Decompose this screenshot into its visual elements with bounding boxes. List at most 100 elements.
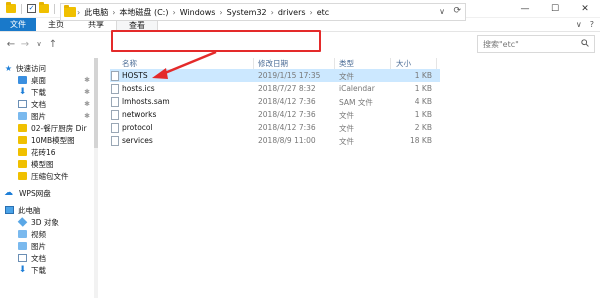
forward-button[interactable]: → bbox=[18, 39, 32, 50]
file-icon bbox=[111, 97, 119, 107]
address-bar[interactable]: › 此电脑 › 本地磁盘 (C:) › Windows › System32 ›… bbox=[60, 3, 466, 21]
nav-label: 图片 bbox=[31, 241, 46, 251]
close-button[interactable]: ✕ bbox=[570, 0, 600, 18]
file-size: 2 KB bbox=[414, 123, 432, 132]
file-type: 文件 bbox=[339, 137, 354, 146]
file-icon bbox=[111, 71, 119, 81]
download-icon: ⬇ bbox=[18, 265, 27, 275]
nav-label: 模型图 bbox=[31, 159, 54, 169]
breadcrumb-windows[interactable]: Windows bbox=[177, 8, 219, 17]
column-headers: 名称 修改日期 类型 大小 bbox=[110, 56, 600, 70]
nav-item-documents[interactable]: 文档 ✱ bbox=[0, 98, 96, 110]
new-folder-icon[interactable] bbox=[39, 2, 49, 13]
toolbar-divider bbox=[54, 3, 55, 14]
file-name: protocol bbox=[122, 123, 153, 132]
tab-file[interactable]: 文件 bbox=[0, 18, 36, 31]
file-size: 4 KB bbox=[414, 97, 432, 106]
address-dropdown-chevron-icon[interactable]: ∨ bbox=[439, 7, 445, 16]
pin-icon: ✱ bbox=[84, 76, 90, 84]
properties-icon[interactable]: ✓ bbox=[27, 4, 36, 13]
folder-icon bbox=[18, 148, 27, 156]
nav-label: 10MB模型图 bbox=[31, 135, 75, 145]
file-row-hosts[interactable]: HOSTS 2019/1/15 17:35 文件 1 KB bbox=[110, 69, 440, 82]
file-name: services bbox=[122, 136, 153, 145]
document-icon bbox=[18, 100, 27, 108]
file-name: networks bbox=[122, 110, 157, 119]
nav-item-downloads[interactable]: ⬇ 下载 ✱ bbox=[0, 86, 96, 98]
breadcrumb-drivers[interactable]: drivers bbox=[275, 8, 309, 17]
up-button[interactable]: ↑ bbox=[46, 39, 60, 50]
cube-icon bbox=[17, 217, 28, 227]
folder-icon bbox=[18, 136, 27, 144]
computer-icon bbox=[5, 206, 14, 214]
nav-wps-cloud[interactable]: ☁ WPS网盘 bbox=[0, 187, 96, 199]
file-size: 1 KB bbox=[414, 71, 432, 80]
nav-label: 文档 bbox=[31, 99, 46, 109]
nav-this-pc[interactable]: 此电脑 bbox=[0, 204, 96, 216]
folder-icon bbox=[18, 160, 27, 168]
help-icon[interactable]: ? bbox=[590, 20, 594, 29]
nav-label: 花砖16 bbox=[31, 147, 56, 157]
file-size: 1 KB bbox=[414, 84, 432, 93]
breadcrumb-system32[interactable]: System32 bbox=[224, 8, 270, 17]
star-icon: ★ bbox=[4, 63, 13, 73]
nav-item-pc-documents[interactable]: 文档 bbox=[0, 252, 96, 264]
file-row[interactable]: lmhosts.sam 2018/4/12 7:36 SAM 文件 4 KB bbox=[110, 95, 440, 108]
file-icon bbox=[111, 136, 119, 146]
maximize-button[interactable]: ☐ bbox=[540, 0, 570, 18]
file-date: 2018/4/12 7:36 bbox=[258, 97, 316, 106]
column-header-type[interactable]: 类型 bbox=[339, 58, 354, 69]
pin-icon: ✱ bbox=[84, 100, 90, 108]
nav-item-videos[interactable]: 视频 bbox=[0, 228, 96, 240]
file-icon bbox=[111, 123, 119, 133]
breadcrumb-etc[interactable]: etc bbox=[314, 8, 332, 17]
nav-label: 快速访问 bbox=[16, 63, 46, 73]
nav-label: 压缩包文件 bbox=[31, 171, 69, 181]
calendar-file-icon bbox=[111, 84, 119, 94]
navigation-scrollbar[interactable] bbox=[94, 58, 98, 298]
nav-item-pc-pictures[interactable]: 图片 bbox=[0, 240, 96, 252]
refresh-icon[interactable]: ⟳ bbox=[453, 6, 461, 16]
cloud-icon: ☁ bbox=[4, 188, 13, 198]
expand-ribbon-chevron-icon[interactable]: ∨ bbox=[576, 20, 582, 29]
search-icon[interactable] bbox=[581, 39, 589, 49]
back-button[interactable]: ← bbox=[4, 39, 18, 50]
document-icon bbox=[18, 254, 27, 262]
file-size: 18 KB bbox=[410, 136, 432, 145]
minimize-button[interactable]: — bbox=[510, 0, 540, 18]
video-icon bbox=[18, 230, 27, 238]
column-header-date[interactable]: 修改日期 bbox=[258, 58, 288, 69]
nav-quick-access[interactable]: ★ 快速访问 bbox=[0, 62, 96, 74]
file-list-scrollbar[interactable] bbox=[595, 69, 600, 298]
nav-item-3d-objects[interactable]: 3D 对象 bbox=[0, 216, 96, 228]
file-date: 2018/4/12 7:36 bbox=[258, 110, 316, 119]
search-input[interactable]: 搜索"etc" bbox=[483, 39, 519, 50]
file-size: 1 KB bbox=[414, 110, 432, 119]
breadcrumb-local-disk[interactable]: 本地磁盘 (C:) bbox=[116, 7, 171, 18]
file-date: 2019/1/15 17:35 bbox=[258, 71, 321, 80]
nav-item-pc-downloads[interactable]: ⬇ 下载 bbox=[0, 264, 96, 276]
column-header-name[interactable]: 名称 bbox=[122, 58, 137, 69]
search-box[interactable]: 搜索"etc" bbox=[477, 35, 595, 53]
nav-item-folder[interactable]: 压缩包文件 bbox=[0, 170, 96, 182]
nav-item-pictures[interactable]: 图片 ✱ bbox=[0, 110, 96, 122]
nav-label: 此电脑 bbox=[18, 205, 41, 215]
nav-item-desktop[interactable]: 桌面 ✱ bbox=[0, 74, 96, 86]
file-icon bbox=[111, 110, 119, 120]
nav-label: 下载 bbox=[31, 87, 46, 97]
file-row[interactable]: services 2018/8/9 11:00 文件 18 KB bbox=[110, 134, 440, 147]
scrollbar-thumb[interactable] bbox=[94, 58, 98, 148]
breadcrumb-this-pc[interactable]: 此电脑 bbox=[81, 7, 111, 18]
nav-item-folder[interactable]: 模型图 bbox=[0, 158, 96, 170]
column-header-size[interactable]: 大小 bbox=[396, 58, 411, 69]
file-name: hosts.ics bbox=[122, 84, 155, 93]
nav-item-folder[interactable]: 10MB模型图 bbox=[0, 134, 96, 146]
nav-item-folder[interactable]: 02-餐厅厨房 Dir bbox=[0, 122, 96, 134]
file-row[interactable]: networks 2018/4/12 7:36 文件 1 KB bbox=[110, 108, 440, 121]
file-row[interactable]: protocol 2018/4/12 7:36 文件 2 KB bbox=[110, 121, 440, 134]
file-list: HOSTS 2019/1/15 17:35 文件 1 KB hosts.ics … bbox=[110, 69, 440, 147]
recent-locations-chevron-icon[interactable]: ∨ bbox=[32, 40, 46, 48]
folder-icon bbox=[18, 172, 27, 180]
nav-item-folder[interactable]: 花砖16 bbox=[0, 146, 96, 158]
file-row[interactable]: hosts.ics 2018/7/27 8:32 iCalendar 1 KB bbox=[110, 82, 440, 95]
